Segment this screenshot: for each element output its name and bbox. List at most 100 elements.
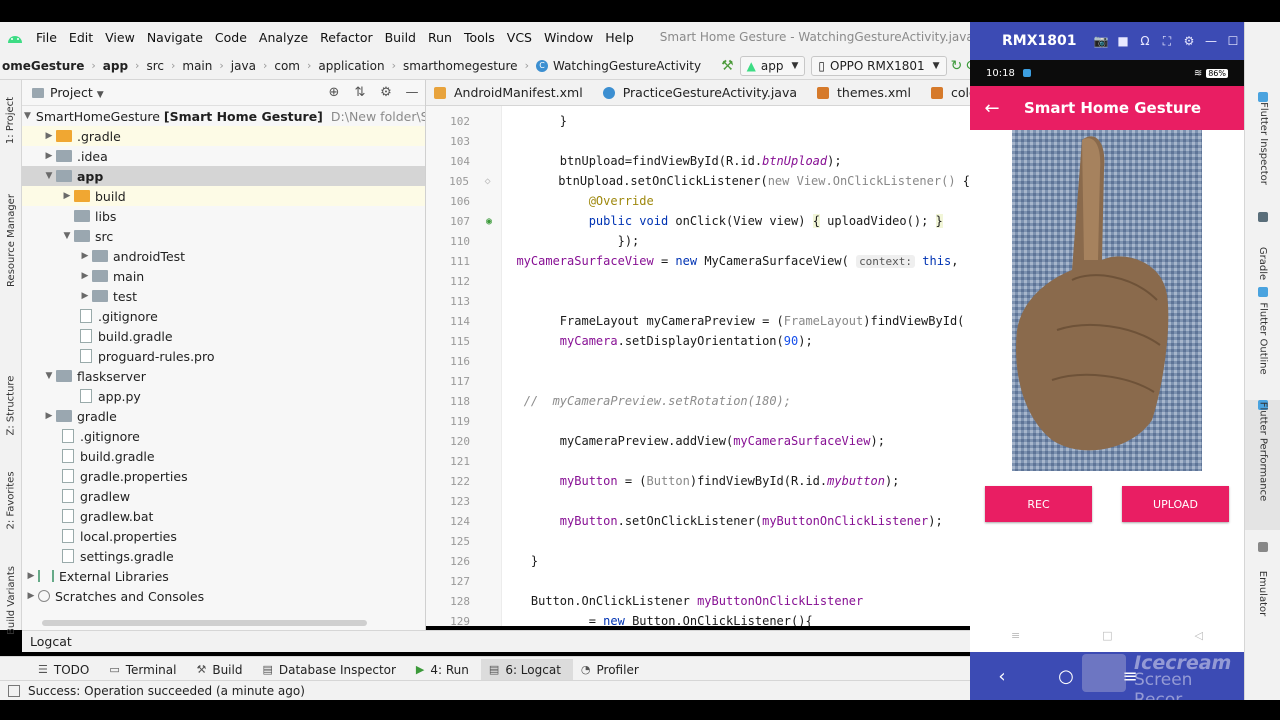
tab-build-variants[interactable]: Build Variants	[0, 560, 22, 640]
settings-icon[interactable]: ⚙	[1178, 34, 1200, 48]
project-view-dropdown[interactable]: Project ▼	[50, 85, 104, 100]
minimize-icon[interactable]: —	[399, 85, 425, 100]
back-arrow-icon[interactable]: ←	[970, 98, 1014, 119]
tab-themes-xml[interactable]: themes.xml	[809, 80, 923, 105]
code-editor[interactable]: 102 } 103 104 btnUpload=findViewById(R.i…	[426, 106, 970, 626]
tree-row[interactable]: libs	[22, 206, 425, 226]
menu-refactor[interactable]: Refactor	[314, 30, 378, 45]
menu-edit[interactable]: Edit	[63, 30, 99, 45]
fullscreen-icon[interactable]: ⛶	[1156, 34, 1178, 49]
status-icon[interactable]	[8, 684, 20, 697]
tool-run[interactable]: ▶ 4: Run	[408, 659, 481, 681]
home-square-icon[interactable]: □	[1102, 629, 1112, 642]
breadcrumb-java[interactable]: java	[229, 59, 258, 73]
tree-row[interactable]: ▼ app	[22, 166, 425, 186]
tree-row[interactable]: gradle.properties	[22, 466, 425, 486]
tree-row[interactable]: app.py	[22, 386, 425, 406]
tool-profiler[interactable]: ◔ Profiler	[573, 659, 651, 681]
tree-row[interactable]: ▼ src	[22, 226, 425, 246]
headphones-icon[interactable]: Ω	[1134, 34, 1156, 48]
tree-row[interactable]: build.gradle	[22, 326, 425, 346]
upload-button[interactable]: UPLOAD	[1122, 486, 1229, 522]
tab-flutter-outline[interactable]: Flutter Outline	[1245, 287, 1280, 387]
camera-icon[interactable]: 📷	[1090, 34, 1112, 48]
tool-todo[interactable]: ☰ TODO	[30, 659, 101, 681]
tab-structure[interactable]: Z: Structure	[0, 370, 22, 440]
rec-button[interactable]: REC	[985, 486, 1092, 522]
menu-analyze[interactable]: Analyze	[253, 30, 314, 45]
tree-row[interactable]: proguard-rules.pro	[22, 346, 425, 366]
tree-row[interactable]: ▶ test	[22, 286, 425, 306]
menu-run[interactable]: Run	[422, 30, 458, 45]
breadcrumb-package[interactable]: smarthomegesture	[401, 59, 520, 73]
tool-build[interactable]: ⚒ Build	[188, 659, 254, 681]
logcat-panel-header[interactable]: Logcat	[22, 630, 970, 652]
tab-gradle[interactable]: Gradle	[1245, 212, 1280, 280]
tree-row[interactable]: gradlew.bat	[22, 506, 425, 526]
gear-icon[interactable]: ⚙	[373, 85, 399, 100]
menu-navigate[interactable]: Navigate	[141, 30, 209, 45]
tree-row[interactable]: .gitignore	[22, 426, 425, 446]
profiler-icon: ◔	[580, 663, 591, 676]
menu-code[interactable]: Code	[209, 30, 253, 45]
tab-resource-manager[interactable]: Resource Manager	[0, 190, 22, 290]
chevron-left-icon[interactable]: ‹	[970, 666, 1034, 687]
maximize-icon[interactable]: ☐	[1222, 34, 1244, 48]
tab-flutter-inspector[interactable]: Flutter Inspector	[1245, 92, 1280, 202]
breadcrumb-project[interactable]: omeGesture	[0, 59, 86, 73]
rerun-icon[interactable]: ↻	[951, 56, 963, 76]
tree-row[interactable]: settings.gradle	[22, 546, 425, 566]
tab-emulator[interactable]: Emulator	[1245, 542, 1280, 622]
menu-help[interactable]: Help	[599, 30, 640, 45]
video-icon[interactable]: ■	[1112, 34, 1134, 48]
breadcrumb-app[interactable]: app	[101, 59, 130, 73]
menu-tools[interactable]: Tools	[458, 30, 501, 45]
tab-flutter-performance[interactable]: Flutter Performance	[1245, 400, 1280, 530]
tree-row[interactable]: ▶ gradle	[22, 406, 425, 426]
tree-row[interactable]: ▼ flaskserver	[22, 366, 425, 386]
menu-file[interactable]: File	[30, 30, 63, 45]
tree-row[interactable]: ▼ SmartHomeGesture [Smart Home Gesture] D:…	[22, 106, 425, 126]
collapse-all-icon[interactable]: ⇅	[347, 85, 373, 100]
breadcrumb-class[interactable]: C WatchingGestureActivity	[534, 59, 703, 73]
tree-row[interactable]: ▶ build	[22, 186, 425, 206]
breadcrumb-main[interactable]: main	[180, 59, 214, 73]
locate-icon[interactable]: ⊕	[321, 85, 347, 100]
camera-preview[interactable]	[1012, 130, 1202, 471]
tree-row[interactable]: ▶ main	[22, 266, 425, 286]
tree-row[interactable]: ▶ .gradle	[22, 126, 425, 146]
device-dropdown[interactable]: ▯ OPPO RMX1801 ▼	[811, 55, 947, 76]
minimize-icon[interactable]: —	[1200, 34, 1222, 48]
tree-row[interactable]: build.gradle	[22, 446, 425, 466]
menu-vcs[interactable]: VCS	[501, 30, 538, 45]
tab-project-vertical[interactable]: 1: Project	[0, 90, 22, 150]
tree-row[interactable]: ▶ .idea	[22, 146, 425, 166]
tree-row[interactable]: ▶ androidTest	[22, 246, 425, 266]
hammer-icon[interactable]: ⚒	[721, 56, 734, 76]
tree-row[interactable]: ▶ External Libraries	[22, 566, 425, 586]
recorder-camera-icon	[1082, 654, 1126, 692]
status-message: Success: Operation succeeded (a minute a…	[28, 683, 305, 698]
tree-row[interactable]: ▶ Scratches and Consoles	[22, 586, 425, 606]
breadcrumb-application[interactable]: application	[316, 59, 386, 73]
folder-icon	[56, 150, 72, 162]
tool-logcat[interactable]: ▤ 6: Logcat	[480, 658, 573, 681]
back-triangle-icon[interactable]: ◁	[1195, 629, 1203, 642]
horizontal-scrollbar[interactable]	[42, 620, 367, 626]
menu-window[interactable]: Window	[538, 30, 599, 45]
menu-build[interactable]: Build	[379, 30, 422, 45]
tool-terminal[interactable]: ▭ Terminal	[101, 659, 188, 681]
tree-row[interactable]: .gitignore	[22, 306, 425, 326]
tree-row[interactable]: gradlew	[22, 486, 425, 506]
tool-database-inspector[interactable]: ▤ Database Inspector	[254, 659, 407, 681]
tab-favorites[interactable]: 2: Favorites	[0, 460, 22, 540]
menu-icon[interactable]: ≡	[1011, 629, 1020, 642]
tree-row[interactable]: local.properties	[22, 526, 425, 546]
run-config-dropdown[interactable]: ▲ app ▼	[739, 55, 806, 76]
breadcrumb-src[interactable]: src	[144, 59, 166, 73]
tab-android-manifest[interactable]: AndroidManifest.xml	[426, 80, 595, 105]
tab-practice-gesture-activity[interactable]: PracticeGestureActivity.java	[595, 80, 809, 105]
menu-view[interactable]: View	[99, 30, 141, 45]
tab-colors-xml[interactable]: colors.xm	[923, 80, 970, 105]
breadcrumb-com[interactable]: com	[272, 59, 302, 73]
